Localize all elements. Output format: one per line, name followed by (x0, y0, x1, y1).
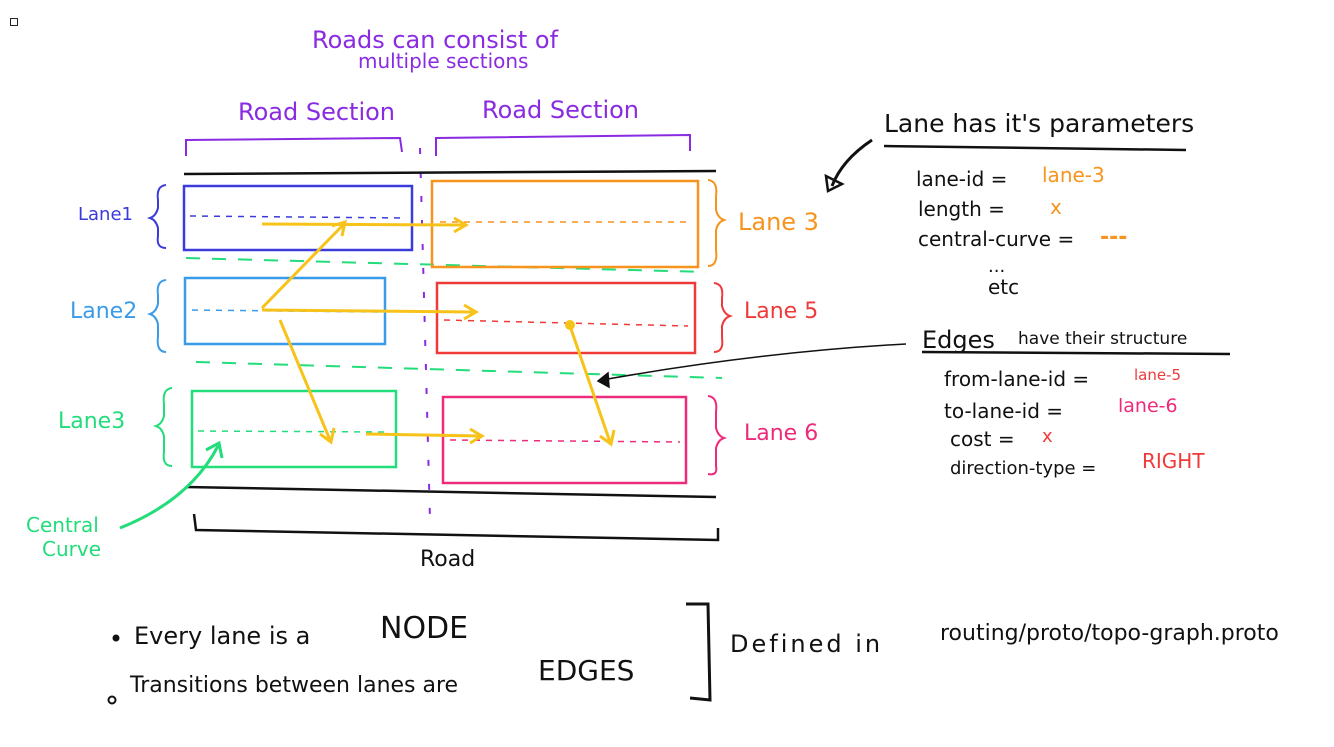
lane-label-left-2: Lane2 (70, 299, 137, 324)
header-line-2: multiple sections (358, 49, 528, 73)
central-curve-label-2: Curve (42, 537, 101, 561)
brace-right-3 (707, 395, 728, 476)
section-bracket-left (185, 136, 403, 156)
params-ellipsis: ... (988, 256, 1005, 277)
bullet-1-text: Every lane is a (134, 622, 310, 650)
edge-arrow-lane2-to-lane3 (278, 319, 332, 441)
edges-title-rest: have their structure (1018, 329, 1187, 349)
bullets-bracket (686, 602, 712, 702)
edge-start-dot (565, 320, 575, 330)
bullet-2-text: Transitions between lanes are (129, 673, 458, 698)
central-curve-value: --- (1100, 225, 1127, 250)
lane-box-left-1 (182, 184, 414, 252)
brace-left-2 (146, 279, 167, 353)
road-bottom-boundary (185, 485, 717, 499)
lane-id-value: lane-3 (1042, 163, 1105, 187)
direction-type-key: direction-type = (950, 458, 1096, 479)
defined-in-path: routing/proto/topo-graph.proto (940, 621, 1279, 646)
section-divider (419, 147, 431, 521)
lane-label-right-1: Lane 3 (738, 208, 819, 236)
brace-left-1 (146, 184, 167, 249)
edge-arrow-lane2-to-lane1 (260, 222, 346, 310)
lane-params-pointer (830, 138, 873, 187)
bullet-2-edges: EDGES (538, 654, 634, 687)
central-curve-label-1: Central (26, 513, 99, 537)
whiteboard-diagram: Roads can consist of multiple sections R… (26, 26, 1279, 705)
edges-pointer (601, 343, 907, 381)
lane-label-left-1: Lane1 (78, 204, 133, 225)
road-label: Road (420, 547, 475, 572)
central-curve-key: central-curve = (918, 227, 1074, 251)
to-lane-id-key: to-lane-id = (944, 399, 1063, 423)
lane-curve-left-3 (197, 430, 391, 433)
brace-left-3 (152, 387, 173, 467)
length-key: length = (918, 197, 1005, 221)
cost-key: cost = (950, 427, 1015, 451)
from-lane-id-value: lane-5 (1134, 366, 1181, 384)
params-etc: etc (988, 275, 1019, 299)
direction-type-value: RIGHT (1142, 449, 1205, 473)
lane-label-right-3: Lane 6 (744, 421, 818, 446)
lane-label-left-3: Lane3 (58, 409, 125, 434)
from-lane-id-key: from-lane-id = (944, 367, 1089, 391)
road-top-boundary (183, 169, 717, 176)
brace-right-1 (707, 179, 728, 267)
lane-label-right-2: Lane 5 (744, 299, 818, 324)
lane-separator-2 (195, 361, 723, 379)
to-lane-id-value: lane-6 (1118, 395, 1178, 417)
bullet-dot-1 (112, 634, 120, 642)
lane-params-underline (883, 144, 1187, 152)
road-bracket (192, 513, 720, 542)
lane-id-key: lane-id = (916, 167, 1007, 191)
cost-value: x (1042, 426, 1053, 447)
defined-in-label: Defined in (730, 630, 883, 658)
section-bracket-right (435, 133, 691, 156)
edges-title-main: Edges (922, 326, 995, 354)
length-value: x (1050, 195, 1062, 219)
lane-box-right-1 (430, 179, 700, 269)
edge-arrow-lane1-to-lane3 (261, 222, 465, 227)
section-label-left: Road Section (238, 98, 395, 126)
lane-params-title: Lane has it's parameters (884, 109, 1194, 138)
section-label-right: Road Section (482, 96, 639, 124)
lane-curve-right-3 (449, 439, 681, 443)
edge-arrow-lane2-to-lane5 (261, 308, 475, 314)
lane-separator-1 (185, 257, 707, 273)
edge-arrow-lane3-to-lane6 (365, 432, 481, 438)
brace-right-2 (713, 282, 734, 353)
lane-curve-left-1 (189, 215, 407, 219)
bullet-1-node: NODE (380, 611, 468, 646)
lane-box-right-2 (435, 281, 697, 355)
bullet-dot-2 (107, 695, 117, 705)
